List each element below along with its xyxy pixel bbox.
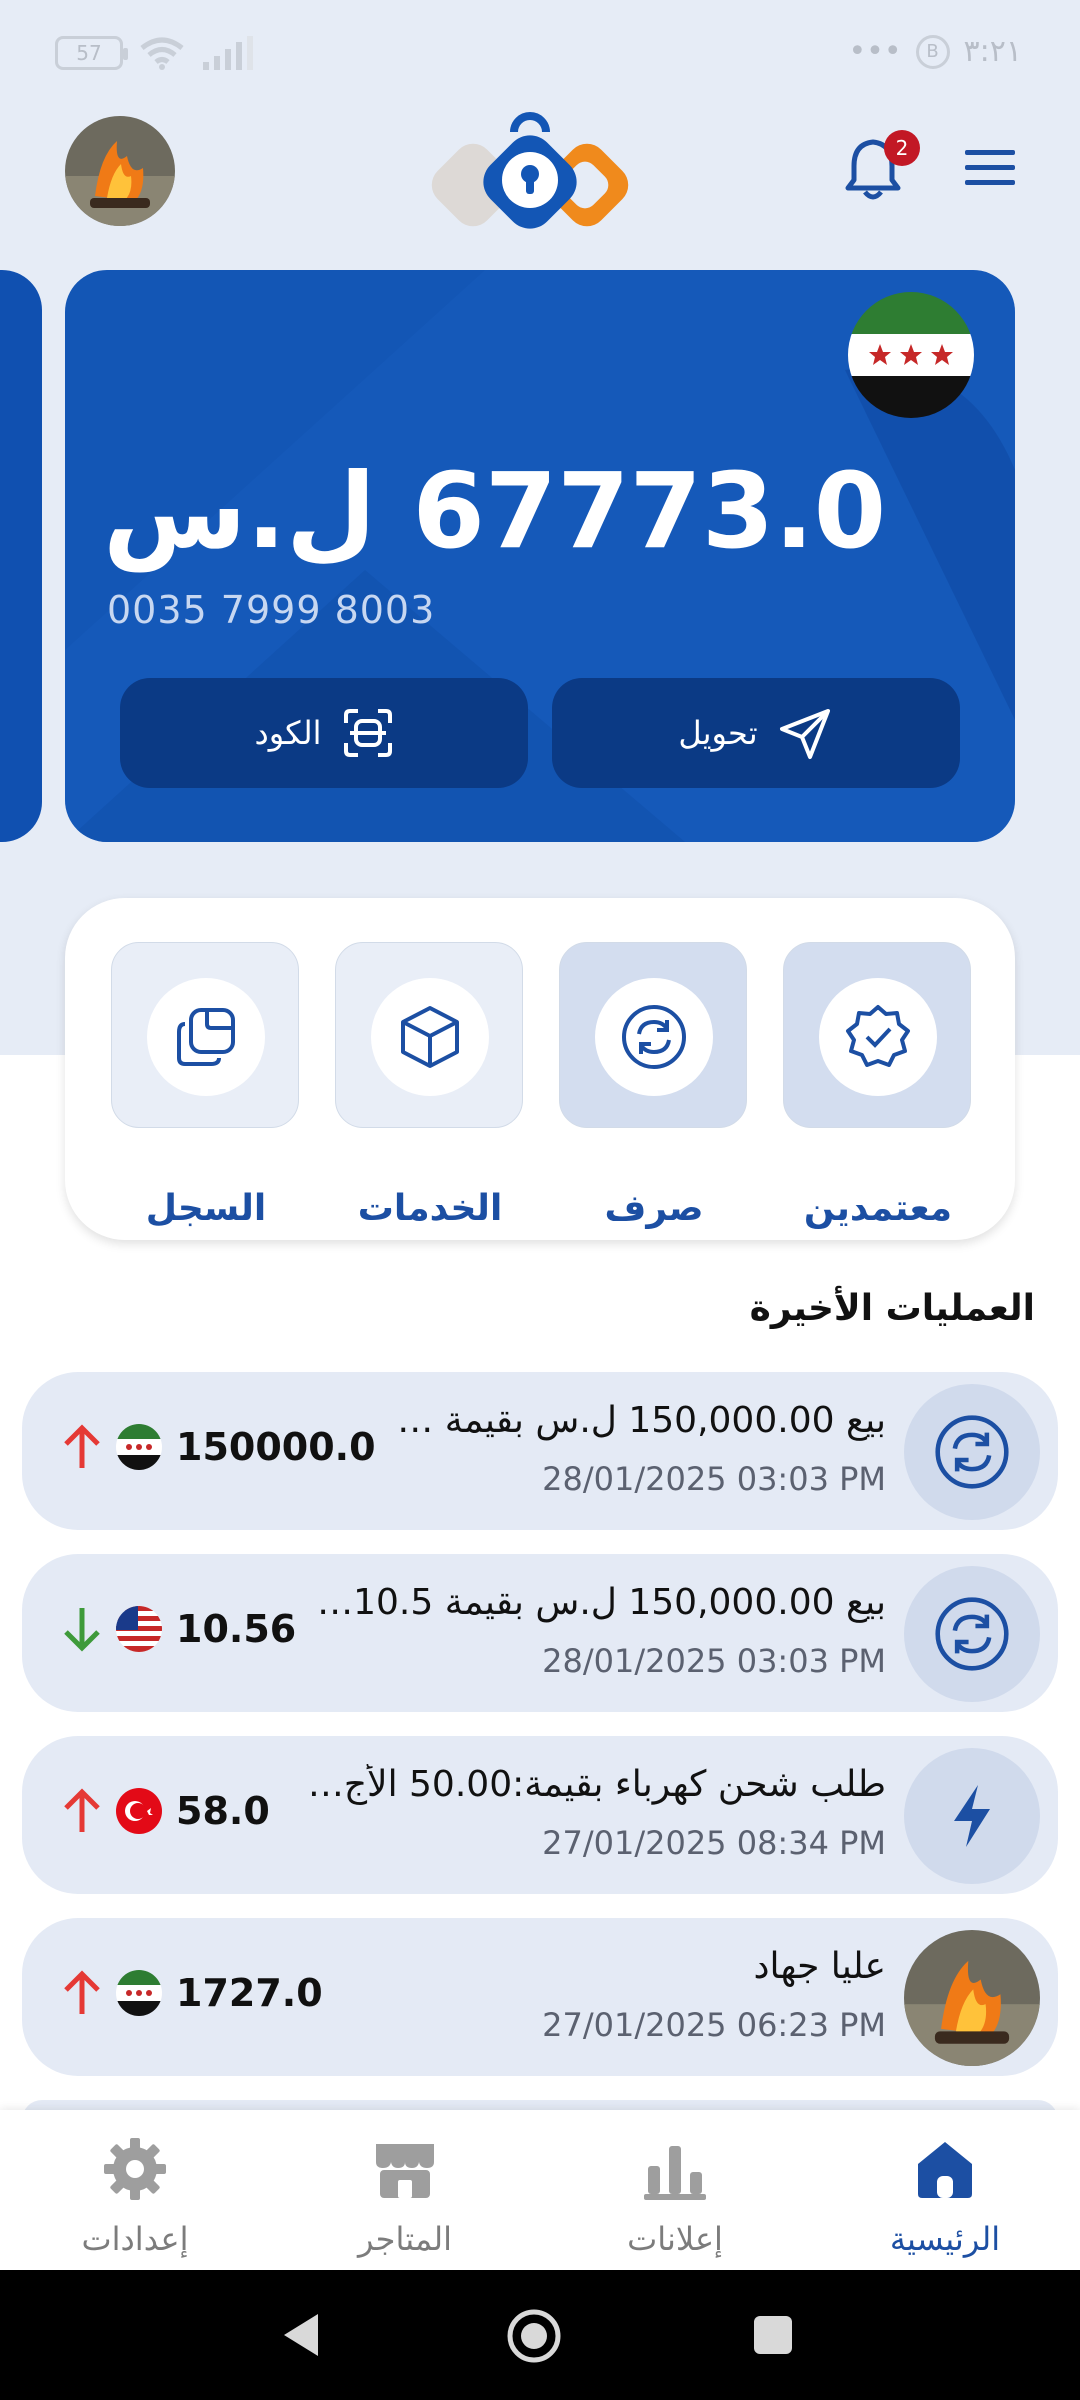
bottom-navigation: الرئيسية إعلانات المتاجر إعدادات: [0, 2110, 1080, 2270]
exchange-icon: [595, 978, 713, 1096]
recents-icon[interactable]: [752, 2314, 794, 2356]
avatar: [904, 1930, 1040, 2066]
amount-value: 150000.0: [176, 1425, 376, 1469]
quick-action-label: الخدمات: [357, 1188, 503, 1229]
transaction-date: 27/01/2025 06:23 PM: [542, 2006, 886, 2044]
arrow-up-icon: [64, 1424, 100, 1468]
signal-icon: [203, 36, 253, 70]
balance-amount: 67773.0 ل.س: [103, 450, 887, 572]
home-icon: [918, 2142, 972, 2198]
app-logo: [430, 110, 630, 230]
gear-icon: [104, 2138, 166, 2200]
code-label: الكود: [254, 714, 322, 752]
transaction-row[interactable]: بيع 150,000.00 ل.س بقيمة … 28/01/2025 03…: [22, 1372, 1058, 1530]
transfer-button[interactable]: تحويل: [552, 678, 960, 788]
account-number: 0035 7999 8003: [107, 588, 436, 632]
exchange-icon: [904, 1384, 1040, 1520]
transaction-amount: 58.0: [62, 1788, 270, 1834]
nav-stores[interactable]: المتاجر: [295, 2124, 515, 2264]
nav-ads[interactable]: إعلانات: [565, 2124, 785, 2264]
arrow-up-icon: [64, 1970, 100, 2014]
transaction-row[interactable]: بيع 150,000.00 ل.س بقيمة 10.5… 28/01/202…: [22, 1554, 1058, 1712]
b-status-icon: B: [915, 34, 950, 69]
status-time: ٣:٢١: [963, 34, 1022, 69]
quick-action-label: صرف: [604, 1188, 704, 1229]
box-icon: [371, 978, 489, 1096]
status-left: 57: [55, 36, 253, 70]
system-navigation-bar: [0, 2270, 1080, 2400]
syria-flag-icon: [848, 292, 974, 418]
nav-label: المتاجر: [358, 2220, 452, 2258]
profile-avatar[interactable]: [65, 116, 175, 226]
wifi-icon: [140, 37, 184, 70]
home-circle-icon[interactable]: [506, 2308, 562, 2364]
quick-action-label: معتمدين: [803, 1188, 953, 1229]
transaction-title: بيع 150,000.00 ل.س بقيمة 10.5…: [317, 1582, 886, 1623]
quick-action-verified[interactable]: معتمدين: [783, 942, 971, 1229]
scan-code-icon: [343, 709, 392, 757]
status-dots: •••: [848, 34, 902, 69]
balance-card[interactable]: 67773.0 ل.س 0035 7999 8003 الكود تحويل: [65, 270, 1015, 842]
code-button[interactable]: الكود: [120, 678, 528, 788]
campfire-image: [65, 116, 175, 226]
transaction-date: 28/01/2025 03:03 PM: [542, 1460, 886, 1498]
quick-action-exchange[interactable]: صرف: [559, 942, 747, 1229]
store-icon: [376, 2144, 434, 2198]
exchange-icon: [904, 1566, 1040, 1702]
quick-action-services[interactable]: الخدمات: [335, 942, 523, 1229]
menu-button[interactable]: [963, 146, 1017, 190]
amount-value: 1727.0: [176, 1971, 323, 2015]
syria-flag-icon: [116, 1424, 162, 1470]
turkey-flag-icon: [116, 1788, 162, 1834]
usa-flag-icon: [116, 1606, 162, 1652]
notification-badge: 2: [884, 130, 920, 166]
transaction-date: 28/01/2025 03:03 PM: [542, 1642, 886, 1680]
quick-action-label: السجل: [145, 1188, 267, 1229]
transaction-title: عليا جهاد: [753, 1946, 886, 1987]
transaction-amount: 1727.0: [62, 1970, 323, 2016]
verified-badge-icon: [819, 978, 937, 1096]
lightning-icon: [904, 1748, 1040, 1884]
transaction-title: بيع 150,000.00 ل.س بقيمة …: [397, 1400, 886, 1441]
transfer-label: تحويل: [678, 714, 758, 752]
transaction-date: 27/01/2025 08:34 PM: [542, 1824, 886, 1862]
quick-actions-panel: معتمدين صرف الخدمات السجل: [65, 898, 1015, 1240]
previous-card-peek[interactable]: [0, 270, 42, 842]
amount-value: 10.56: [176, 1607, 297, 1651]
campfire-image: [904, 1930, 1040, 2066]
transaction-row[interactable]: طلب شحن كهرباء بقيمة:50.00 الأج… 27/01/2…: [22, 1736, 1058, 1894]
transaction-amount: 10.56: [62, 1606, 296, 1652]
quick-action-history[interactable]: السجل: [111, 942, 299, 1229]
transaction-title: طلب شحن كهرباء بقيمة:50.00 الأج…: [307, 1764, 886, 1805]
recent-transactions-title: العمليات الأخيرة: [749, 1288, 1035, 1329]
nav-settings[interactable]: إعدادات: [25, 2124, 245, 2264]
hamburger-icon: [965, 150, 1015, 185]
battery-icon: 57: [55, 36, 128, 70]
transaction-row[interactable]: عليا جهاد 27/01/2025 06:23 PM 1727.0: [22, 1918, 1058, 2076]
status-right: ••• B ٣:٢١: [848, 34, 1022, 69]
transaction-amount: 150000.0: [62, 1424, 376, 1470]
history-icon: [147, 978, 265, 1096]
nav-label: إعلانات: [627, 2220, 723, 2258]
back-icon[interactable]: [278, 2310, 324, 2360]
nav-home[interactable]: الرئيسية: [835, 2124, 1055, 2264]
chart-icon: [644, 2146, 706, 2200]
arrow-up-icon: [64, 1788, 100, 1832]
nav-label: إعدادات: [81, 2220, 189, 2258]
nav-label: الرئيسية: [889, 2220, 1001, 2258]
status-bar: 57 ••• B ٣:٢١: [0, 0, 1080, 110]
send-icon: [779, 709, 830, 759]
syria-flag-icon: [116, 1970, 162, 2016]
amount-value: 58.0: [176, 1789, 270, 1833]
arrow-down-icon: [64, 1608, 100, 1652]
